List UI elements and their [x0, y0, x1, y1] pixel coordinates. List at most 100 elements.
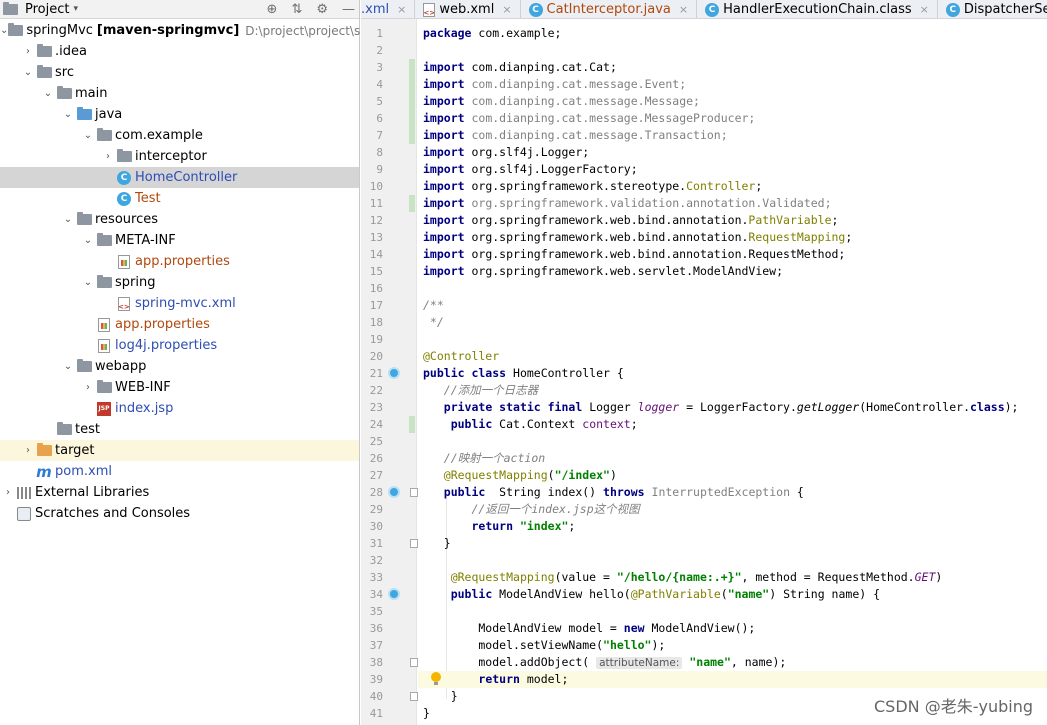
code-line[interactable] — [418, 42, 1047, 59]
code-line[interactable]: import org.slf4j.LoggerFactory; — [418, 161, 1047, 178]
code-line[interactable]: return model; — [418, 671, 1047, 688]
line-number[interactable]: 13 — [361, 229, 383, 246]
expand-arrow-icon[interactable]: › — [20, 46, 36, 57]
code-line[interactable]: /** — [418, 297, 1047, 314]
tree-item-app-properties[interactable]: app.properties — [0, 314, 359, 335]
tree-item-webapp[interactable]: ⌄ webapp — [0, 356, 359, 377]
expand-arrow-icon[interactable]: ⌄ — [80, 130, 96, 141]
code-line[interactable]: import com.dianping.cat.message.Message; — [418, 93, 1047, 110]
line-number[interactable]: 25 — [361, 433, 383, 450]
line-number[interactable]: 38 — [361, 654, 383, 671]
line-number[interactable]: 18 — [361, 314, 383, 331]
line-number[interactable]: 14 — [361, 246, 383, 263]
code-editor[interactable]: package com.example; import com.dianping.… — [418, 19, 1047, 725]
line-number[interactable]: 4 — [361, 76, 383, 93]
line-number[interactable]: 3 — [361, 59, 383, 76]
expand-arrow-icon[interactable]: ⌄ — [80, 277, 96, 288]
tree-item-interceptor[interactable]: › interceptor — [0, 146, 359, 167]
expand-arrow-icon[interactable]: › — [0, 487, 16, 498]
spring-bean-icon[interactable] — [388, 588, 400, 600]
code-line[interactable]: @RequestMapping(value = "/hello/{name:.+… — [418, 569, 1047, 586]
tree-item-com-example[interactable]: ⌄ com.example — [0, 125, 359, 146]
collapse-icon[interactable]: ⇅ — [291, 2, 302, 17]
line-number[interactable]: 5 — [361, 93, 383, 110]
line-number[interactable]: 41 — [361, 705, 383, 722]
line-number[interactable]: 39 — [361, 671, 383, 688]
expand-arrow-icon[interactable]: ⌄ — [60, 361, 76, 372]
expand-arrow-icon[interactable]: ⌄ — [60, 109, 76, 120]
line-number[interactable]: 19 — [361, 331, 383, 348]
line-number[interactable]: 6 — [361, 110, 383, 127]
code-line[interactable]: import org.slf4j.Logger; — [418, 144, 1047, 161]
tree-item-test[interactable]: C Test — [0, 188, 359, 209]
tree-item-resources[interactable]: ⌄ resources — [0, 209, 359, 230]
change-marker[interactable] — [409, 76, 415, 93]
tree-item-springmvc[interactable]: ⌄ springMvc [maven-springmvc] D:\project\pr… — [0, 20, 384, 41]
gear-icon[interactable]: ⚙ — [316, 2, 328, 17]
expand-arrow-icon[interactable]: ⌄ — [0, 25, 8, 36]
expand-arrow-icon[interactable]: ⌄ — [40, 88, 56, 99]
code-line[interactable]: public Cat.Context context; — [418, 416, 1047, 433]
code-line[interactable]: import org.springframework.web.bind.anno… — [418, 212, 1047, 229]
line-number[interactable]: 9 — [361, 161, 383, 178]
code-line[interactable]: import org.springframework.stereotype.Co… — [418, 178, 1047, 195]
code-line[interactable]: package com.example; — [418, 25, 1047, 42]
expand-arrow-icon[interactable]: › — [20, 445, 36, 456]
code-line[interactable]: import org.springframework.web.bind.anno… — [418, 246, 1047, 263]
close-icon[interactable]: × — [679, 3, 688, 16]
code-line[interactable] — [418, 552, 1047, 569]
code-line[interactable]: return "index"; — [418, 518, 1047, 535]
fold-marker-icon[interactable] — [410, 692, 418, 701]
code-line[interactable]: model.setViewName("hello"); — [418, 637, 1047, 654]
tree-item-main[interactable]: ⌄ main — [0, 83, 359, 104]
close-icon[interactable]: × — [397, 3, 406, 16]
code-line[interactable]: import org.springframework.validation.an… — [418, 195, 1047, 212]
expand-arrow-icon[interactable]: ⌄ — [20, 67, 36, 78]
code-line[interactable]: public String index() throws Interrupted… — [418, 484, 1047, 501]
line-number[interactable]: 2 — [361, 42, 383, 59]
line-number[interactable]: 34 — [361, 586, 383, 603]
tree-item-target[interactable]: › target — [0, 440, 359, 461]
close-icon[interactable]: × — [502, 3, 511, 16]
line-number[interactable]: 37 — [361, 637, 383, 654]
code-line[interactable]: public ModelAndView hello(@PathVariable(… — [418, 586, 1047, 603]
hide-icon[interactable]: — — [342, 2, 355, 17]
code-line[interactable] — [418, 433, 1047, 450]
tree-item-java[interactable]: ⌄ java — [0, 104, 359, 125]
close-icon[interactable]: × — [920, 3, 929, 16]
code-line[interactable]: import com.dianping.cat.message.Transact… — [418, 127, 1047, 144]
line-number[interactable]: 30 — [361, 518, 383, 535]
tree-item--idea[interactable]: › .idea — [0, 41, 359, 62]
tree-item-pom-xml[interactable]: m pom.xml — [0, 461, 359, 482]
code-line[interactable]: import org.springframework.web.servlet.M… — [418, 263, 1047, 280]
line-number[interactable]: 28 — [361, 484, 383, 501]
change-marker[interactable] — [409, 59, 415, 76]
code-line[interactable]: import com.dianping.cat.Cat; — [418, 59, 1047, 76]
spring-bean-icon[interactable] — [388, 367, 400, 379]
code-line[interactable]: import com.dianping.cat.message.MessageP… — [418, 110, 1047, 127]
code-line[interactable]: } — [418, 535, 1047, 552]
code-line[interactable] — [418, 331, 1047, 348]
lightbulb-icon[interactable] — [430, 672, 442, 686]
tree-item-spring-mvc-xml[interactable]: spring-mvc.xml — [0, 293, 359, 314]
line-number[interactable]: 26 — [361, 450, 383, 467]
line-number[interactable]: 12 — [361, 212, 383, 229]
line-number[interactable]: 16 — [361, 280, 383, 297]
code-line[interactable]: @Controller — [418, 348, 1047, 365]
tab-dispatcherservlet-class[interactable]: CDispatcherServlet.class× — [938, 0, 1047, 18]
code-line[interactable] — [418, 280, 1047, 297]
project-view-selector[interactable]: Project ▾ — [2, 1, 78, 17]
code-line[interactable]: //添加一个日志器 — [418, 382, 1047, 399]
expand-arrow-icon[interactable]: › — [80, 382, 96, 393]
line-number[interactable]: 21 — [361, 365, 383, 382]
fold-marker-icon[interactable] — [410, 658, 418, 667]
tab--xml[interactable]: .xml × — [361, 0, 416, 18]
code-line[interactable]: private static final Logger logger = Log… — [418, 399, 1047, 416]
line-number[interactable]: 35 — [361, 603, 383, 620]
line-number[interactable]: 33 — [361, 569, 383, 586]
expand-arrow-icon[interactable]: › — [100, 151, 116, 162]
change-marker[interactable] — [409, 93, 415, 110]
tree-item-meta-inf[interactable]: ⌄ META-INF — [0, 230, 359, 251]
tree-item-external-libraries[interactable]: › External Libraries — [0, 482, 359, 503]
change-marker[interactable] — [409, 110, 415, 127]
